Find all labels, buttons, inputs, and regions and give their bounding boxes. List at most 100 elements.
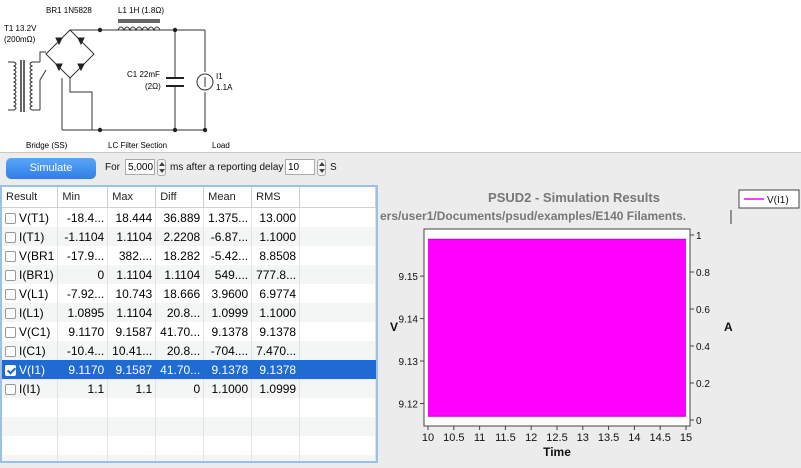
cell-max: 1.1104 <box>107 227 157 246</box>
empty-table-row <box>2 398 376 417</box>
table-row[interactable]: V(C1) 9.1170 9.1587 41.70... 9.1378 9.1378 <box>2 322 376 341</box>
cell-spacer <box>299 322 376 341</box>
cell-spacer <box>299 303 376 322</box>
cell-diff: 1.1104 <box>155 265 205 284</box>
col-header-diff[interactable]: Diff <box>155 187 205 208</box>
delay-unit-label: S <box>330 162 337 173</box>
cell-diff: 20.8... <box>155 341 205 360</box>
duration-input[interactable]: 5,000 <box>125 159 155 175</box>
result-checkbox[interactable] <box>5 269 16 281</box>
result-checkbox[interactable] <box>5 231 16 243</box>
y2-axis-label: A <box>724 320 733 334</box>
empty-cell <box>155 436 205 455</box>
result-checkbox[interactable] <box>5 212 16 224</box>
cell-max: 1.1104 <box>107 265 157 284</box>
cell-diff: 20.8... <box>155 303 205 322</box>
cell-mean: 549.... <box>203 265 253 284</box>
col-header-mean[interactable]: Mean <box>203 187 253 208</box>
table-row[interactable]: V(L1) -7.92... 10.743 18.666 3.9600 6.9774 <box>2 284 376 303</box>
empty-cell <box>57 436 109 455</box>
table-row[interactable]: I(I1) 1.1 1.1 0 1.1000 1.0999 <box>2 379 376 398</box>
table-row[interactable]: I(BR1) 0 1.1104 1.1104 549.... 777.8... <box>2 265 376 284</box>
result-checkbox[interactable] <box>5 326 16 338</box>
capacitor-symbol <box>166 77 184 87</box>
cell-mean: -5.42... <box>203 246 253 265</box>
result-name: V(T1) <box>19 210 49 225</box>
duration-stepper[interactable] <box>157 159 166 176</box>
table-row[interactable]: I(C1) -10.4... 10.41... 20.8... -704.... 7.47… <box>2 341 376 360</box>
simulation-toolbar: Simulate For 5,000 ms after a reporting … <box>0 153 801 183</box>
cell-rms: 7.470... <box>251 341 301 360</box>
for-label: For <box>105 162 120 173</box>
empty-cell <box>107 398 157 417</box>
cell-max: 10.743 <box>107 284 157 303</box>
result-checkbox[interactable] <box>5 288 16 300</box>
cell-diff: 41.70... <box>155 360 205 379</box>
cell-rms: 9.1378 <box>251 360 301 379</box>
delay-stepper[interactable] <box>317 159 326 176</box>
result-name: V(C1) <box>19 324 51 339</box>
y-tick-label: 9.13 <box>399 357 419 368</box>
cell-rms: 9.1378 <box>251 322 301 341</box>
chart-panel: PSUD2 - Simulation Results ers/user1/Doc… <box>380 185 801 465</box>
col-header-min[interactable]: Min <box>57 187 109 208</box>
cell-spacer <box>299 284 376 303</box>
empty-cell <box>155 417 205 436</box>
simulate-button[interactable]: Simulate <box>6 158 96 179</box>
section-filter-label: LC Filter Section <box>108 141 168 150</box>
result-checkbox[interactable] <box>5 364 16 376</box>
cell-max: 18.444 <box>107 207 157 227</box>
table-row[interactable]: V(I1) 9.1170 9.1587 41.70... 9.1378 9.1378 <box>2 360 376 379</box>
x-tick-label: 13.5 <box>598 432 619 444</box>
cell-spacer <box>299 341 376 360</box>
cell-min: 9.1170 <box>57 360 109 379</box>
y2-tick-label: 0 <box>696 416 702 427</box>
transformer-secondary-coil <box>29 61 34 111</box>
chart-legend[interactable]: V(I1) <box>738 189 800 209</box>
circuit-schematic[interactable]: T1 13.2V (200mΩ) BR1 1N5828 L1 1H (1.8Ω)… <box>0 0 801 153</box>
result-name-cell: V(C1) <box>2 322 59 341</box>
empty-cell <box>203 455 253 461</box>
x-tick-label: 15 <box>680 432 692 444</box>
table-row[interactable]: I(T1) -1.1104 1.1104 2.2208 -6.87... 1.1000 <box>2 227 376 246</box>
result-name-cell: I(C1) <box>2 341 59 360</box>
empty-cell <box>203 417 253 436</box>
result-name-cell: V(L1) <box>2 284 59 303</box>
load-value-label: 1.1A <box>216 83 233 92</box>
junction-dots <box>97 27 208 133</box>
x-tick-label: 10 <box>422 432 434 444</box>
y2-tick-label: 0.2 <box>696 379 710 390</box>
y-tick-label: 9.12 <box>399 399 419 410</box>
transformer-label: T1 13.2V <box>4 24 37 33</box>
cell-mean: 3.9600 <box>203 284 253 303</box>
transformer-resistance-label: (200mΩ) <box>4 35 36 44</box>
empty-cell <box>107 417 157 436</box>
result-checkbox[interactable] <box>5 307 16 319</box>
cell-min: -10.4... <box>57 341 109 360</box>
cell-min: 1.1 <box>57 379 109 398</box>
cell-mean: -6.87... <box>203 227 253 246</box>
table-row[interactable]: V(BR1 -17.9... 382.... 18.282 -5.42... 8.8508 <box>2 246 376 265</box>
col-header-result[interactable]: Result <box>2 187 59 208</box>
results-table-panel[interactable]: Result Min Max Diff Mean RMS V(T1) -18.4.… <box>0 185 378 463</box>
table-row[interactable]: I(L1) 1.0895 1.1104 20.8... 1.0999 1.1000 <box>2 303 376 322</box>
x-tick-label: 13 <box>577 432 589 444</box>
cell-spacer <box>299 360 376 379</box>
result-checkbox[interactable] <box>5 250 16 262</box>
empty-cell <box>155 455 205 461</box>
result-name-cell: I(I1) <box>2 379 59 398</box>
cell-max: 382.... <box>107 246 157 265</box>
col-header-rms[interactable]: RMS <box>251 187 301 208</box>
inductor-coil <box>117 19 161 32</box>
cell-min: -7.92... <box>57 284 109 303</box>
result-checkbox[interactable] <box>5 345 16 357</box>
table-row[interactable]: V(T1) -18.4... 18.444 36.889 1.375... 13.000 <box>2 207 376 227</box>
empty-cell <box>2 417 59 436</box>
delay-input[interactable]: 10 <box>285 159 315 175</box>
empty-cell <box>299 436 376 455</box>
col-header-max[interactable]: Max <box>107 187 157 208</box>
result-checkbox[interactable] <box>5 383 16 395</box>
reporting-delay-label: ms after a reporting delay <box>170 162 284 173</box>
empty-cell <box>251 436 301 455</box>
result-name-cell: I(T1) <box>2 227 59 246</box>
